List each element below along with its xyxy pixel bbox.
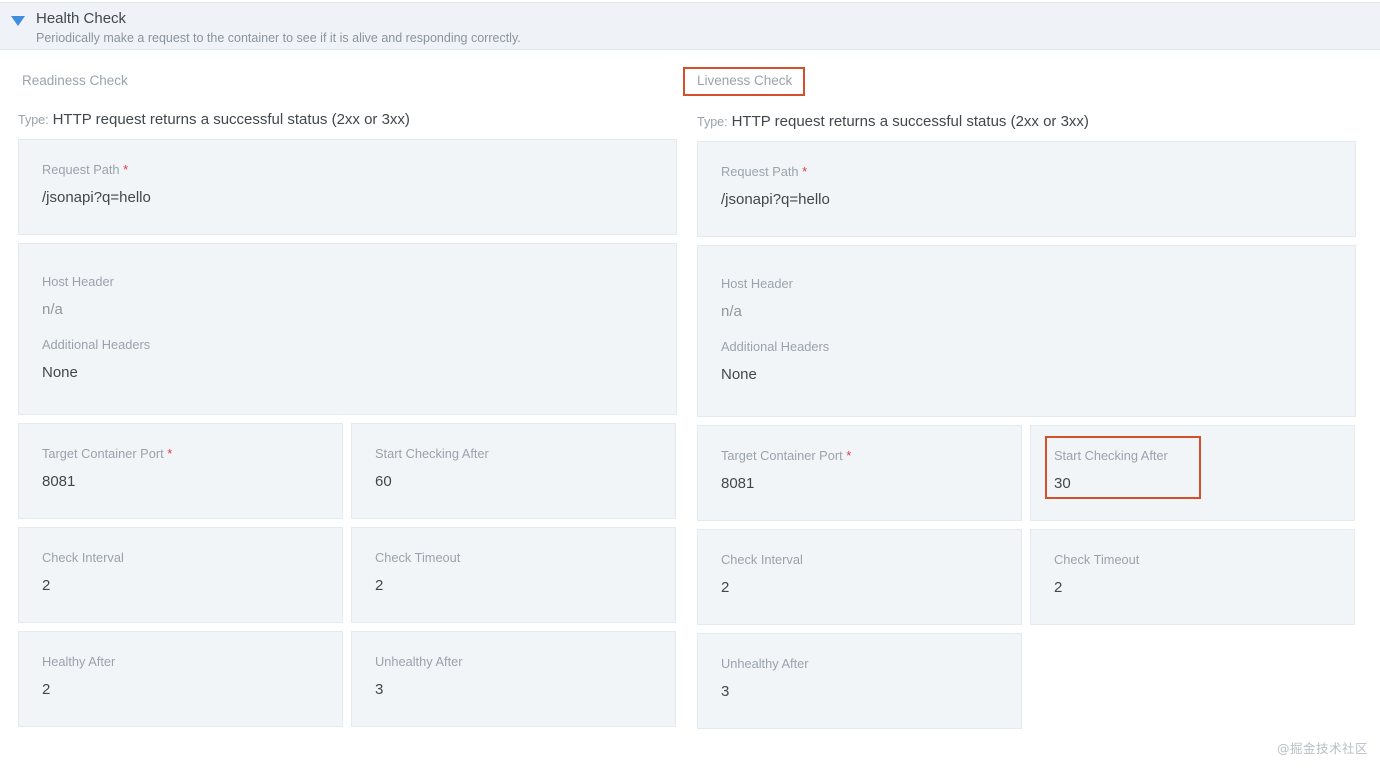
watermark: @掘金技术社区: [1276, 741, 1368, 756]
readiness-headers-row: Host Header n/a Additional Headers None: [18, 243, 697, 415]
required-asterisk: *: [846, 448, 852, 463]
liveness-target-container-port-value: 8081: [721, 475, 755, 492]
readiness-request-path-label: Request Path *: [42, 162, 676, 178]
readiness-start-checking-after-value: 60: [375, 473, 392, 490]
readiness-healthy-after-label: Healthy After: [42, 654, 116, 669]
readiness-type-value: HTTP request returns a successful status…: [52, 111, 410, 128]
readiness-type-key: Type:: [18, 113, 49, 127]
liveness-cards: Request Path * /jsonapi?q=hello Host Hea…: [697, 141, 1376, 729]
chevron-down-icon: [11, 16, 25, 26]
liveness-unhealthy-after-value: 3: [721, 683, 730, 700]
liveness-request-path-field[interactable]: Request Path * /jsonapi?q=hello: [697, 141, 1356, 237]
label-text: Target Container Port: [721, 448, 843, 463]
readiness-unhealthy-after-field[interactable]: Unhealthy After 3: [351, 631, 676, 727]
readiness-check-interval-field[interactable]: Check Interval 2: [18, 527, 343, 623]
page-title: Health Check: [36, 10, 127, 27]
readiness-unhealthy-after-value: 3: [375, 681, 384, 698]
required-asterisk: *: [167, 446, 173, 461]
health-check-content: Readiness Check Type: HTTP request return…: [0, 50, 1380, 769]
readiness-type-row: Type: HTTP request returns a successful s…: [18, 111, 697, 129]
readiness-start-checking-after-label: Start Checking After: [375, 446, 489, 461]
liveness-start-checking-after-value: 30: [1054, 475, 1071, 492]
liveness-unhealthy-row: Unhealthy After 3: [697, 633, 1376, 729]
readiness-healthy-after-value: 2: [42, 681, 51, 698]
liveness-request-path-label: Request Path *: [721, 164, 1355, 180]
liveness-check-label: Liveness Check: [683, 67, 806, 96]
readiness-cards: Request Path * /jsonapi?q=hello Host Hea…: [18, 139, 697, 727]
collapse-toggle[interactable]: [0, 10, 36, 26]
liveness-request-path-row: Request Path * /jsonapi?q=hello: [697, 141, 1376, 237]
liveness-type-value: HTTP request returns a successful status…: [731, 113, 1089, 130]
readiness-host-header-value: n/a: [42, 301, 63, 318]
readiness-request-path-row: Request Path * /jsonapi?q=hello: [18, 139, 697, 235]
readiness-check-timeout-value: 2: [375, 577, 384, 594]
readiness-headers-field[interactable]: Host Header n/a Additional Headers None: [18, 243, 677, 415]
liveness-unhealthy-after-field[interactable]: Unhealthy After 3: [697, 633, 1022, 729]
readiness-host-header-label: Host Header: [42, 274, 114, 289]
liveness-check-interval-value: 2: [721, 579, 730, 596]
liveness-target-container-port-label: Target Container Port *: [721, 448, 1021, 464]
required-asterisk: *: [123, 162, 129, 177]
readiness-additional-headers-label: Additional Headers: [42, 337, 151, 352]
readiness-check-label: Readiness Check: [22, 73, 128, 88]
readiness-interval-row: Check Interval 2 Check Timeout 2: [18, 527, 697, 623]
liveness-check-timeout-field[interactable]: Check Timeout 2: [1030, 529, 1355, 625]
liveness-start-checking-after-field[interactable]: Start Checking After 30: [1030, 425, 1355, 521]
readiness-check-interval-value: 2: [42, 577, 51, 594]
readiness-request-path-value: /jsonapi?q=hello: [42, 189, 151, 206]
readiness-check-column: Readiness Check Type: HTTP request return…: [18, 50, 697, 735]
liveness-host-header-label: Host Header: [721, 276, 793, 291]
health-check-section-header[interactable]: Health Check Periodically make a request…: [0, 2, 1380, 50]
readiness-unhealthy-after-label: Unhealthy After: [375, 654, 463, 669]
label-text: Request Path: [42, 162, 120, 177]
readiness-start-checking-after-field[interactable]: Start Checking After 60: [351, 423, 676, 519]
readiness-target-container-port-value: 8081: [42, 473, 76, 490]
liveness-check-interval-field[interactable]: Check Interval 2: [697, 529, 1022, 625]
readiness-healthy-row: Healthy After 2 Unhealthy After 3: [18, 631, 697, 727]
liveness-port-row: Target Container Port * 8081 Start Check…: [697, 425, 1376, 521]
page-subtitle: Periodically make a request to the conta…: [36, 31, 521, 45]
readiness-healthy-after-field[interactable]: Healthy After 2: [18, 631, 343, 727]
label-text: Request Path: [721, 164, 799, 179]
liveness-additional-headers-value: None: [721, 366, 757, 383]
liveness-check-interval-label: Check Interval: [721, 552, 803, 567]
liveness-check-timeout-value: 2: [1054, 579, 1063, 596]
liveness-headers-field[interactable]: Host Header n/a Additional Headers None: [697, 245, 1356, 417]
required-asterisk: *: [802, 164, 808, 179]
liveness-check-column: Liveness Check Type: HTTP request returns…: [683, 50, 1376, 737]
liveness-type-row: Type: HTTP request returns a successful s…: [697, 113, 1376, 131]
readiness-target-container-port-field[interactable]: Target Container Port * 8081: [18, 423, 343, 519]
liveness-interval-row: Check Interval 2 Check Timeout 2: [697, 529, 1376, 625]
readiness-port-row: Target Container Port * 8081 Start Check…: [18, 423, 697, 519]
liveness-unhealthy-after-label: Unhealthy After: [721, 656, 809, 671]
liveness-request-path-value: /jsonapi?q=hello: [721, 191, 830, 208]
readiness-request-path-field[interactable]: Request Path * /jsonapi?q=hello: [18, 139, 677, 235]
liveness-target-container-port-field[interactable]: Target Container Port * 8081: [697, 425, 1022, 521]
liveness-additional-headers-label: Additional Headers: [721, 339, 830, 354]
readiness-target-container-port-label: Target Container Port *: [42, 446, 342, 462]
liveness-type-key: Type:: [697, 115, 728, 129]
liveness-host-header-value: n/a: [721, 303, 742, 320]
liveness-headers-row: Host Header n/a Additional Headers None: [697, 245, 1376, 417]
readiness-additional-headers-value: None: [42, 364, 78, 381]
label-text: Target Container Port: [42, 446, 164, 461]
readiness-check-timeout-label: Check Timeout: [375, 550, 461, 565]
readiness-check-timeout-field[interactable]: Check Timeout 2: [351, 527, 676, 623]
readiness-check-interval-label: Check Interval: [42, 550, 124, 565]
liveness-start-checking-after-label: Start Checking After: [1054, 448, 1168, 463]
header-text-block: Health Check Periodically make a request…: [36, 10, 521, 47]
liveness-check-timeout-label: Check Timeout: [1054, 552, 1140, 567]
